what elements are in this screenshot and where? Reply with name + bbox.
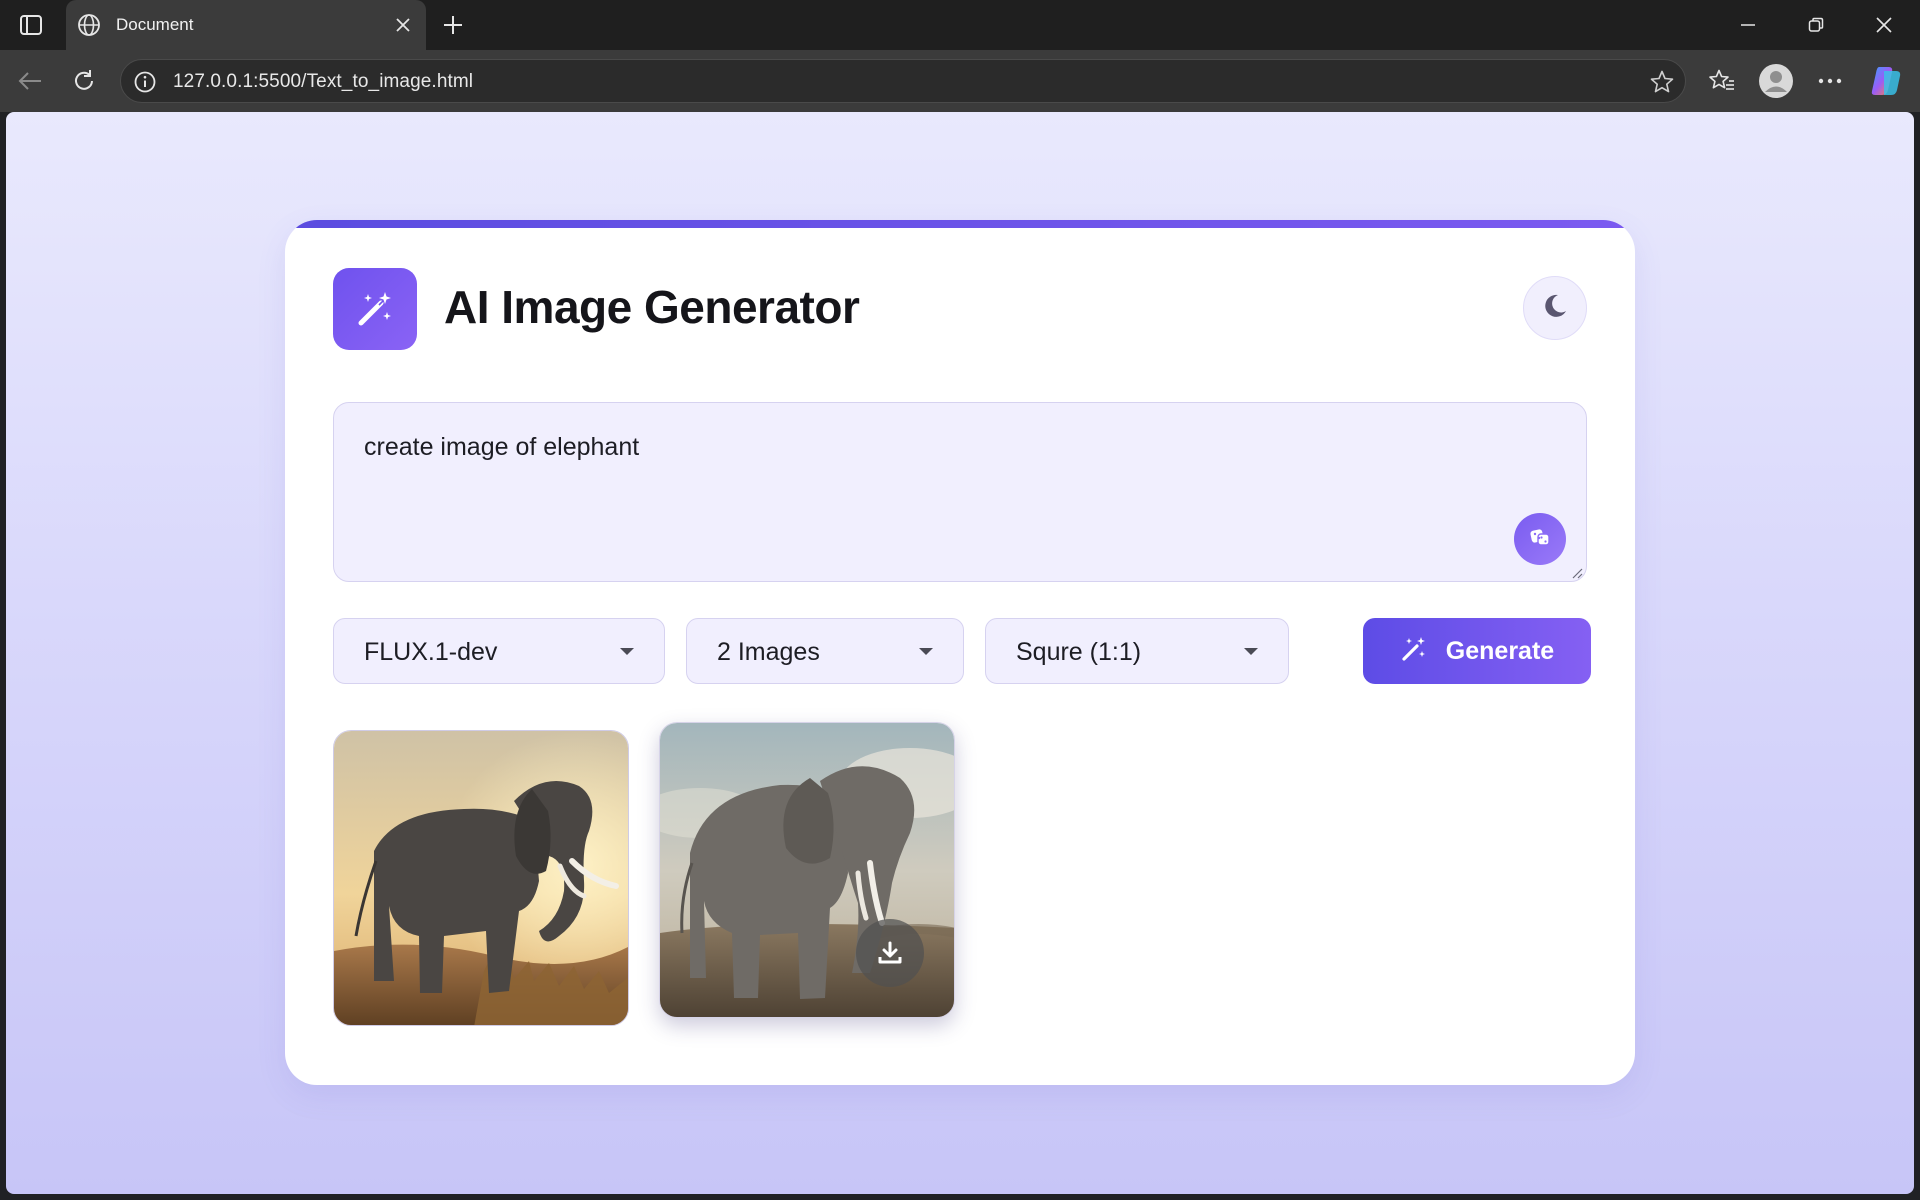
- download-icon: [877, 940, 903, 966]
- random-prompt-button[interactable]: [1514, 513, 1566, 565]
- page-viewport: AI Image Generator create image of eleph…: [6, 112, 1914, 1194]
- back-icon[interactable]: [12, 63, 48, 99]
- model-select[interactable]: FLUX.1-dev: [333, 618, 665, 684]
- magic-wand-icon: [333, 268, 417, 350]
- download-button[interactable]: [856, 919, 924, 987]
- chevron-down-icon: [620, 648, 634, 655]
- image-count-select[interactable]: 2 Images: [686, 618, 964, 684]
- minimize-icon[interactable]: [1714, 0, 1782, 50]
- browser-tab[interactable]: Document: [66, 0, 426, 50]
- chevron-down-icon: [919, 648, 933, 655]
- new-tab-icon[interactable]: [438, 10, 468, 40]
- more-options-icon[interactable]: [1812, 63, 1848, 99]
- moon-icon: [1541, 292, 1569, 325]
- elephant-image: [334, 731, 628, 1025]
- card-accent-bar: [285, 220, 1635, 228]
- address-bar[interactable]: 127.0.0.1:5500/Text_to_image.html: [120, 59, 1686, 103]
- generated-image[interactable]: [659, 722, 955, 1018]
- aspect-ratio-select[interactable]: Squre (1:1): [985, 618, 1289, 684]
- generate-button-label: Generate: [1445, 636, 1555, 665]
- url-text: 127.0.0.1:5500/Text_to_image.html: [173, 71, 474, 92]
- chevron-down-icon: [1244, 648, 1258, 655]
- image-count-select-value: 2 Images: [717, 638, 820, 666]
- generated-image[interactable]: [333, 730, 629, 1026]
- reload-icon[interactable]: [66, 63, 102, 99]
- restore-icon[interactable]: [1782, 0, 1850, 50]
- tab-actions-icon[interactable]: [14, 10, 48, 40]
- profile-avatar-icon[interactable]: [1758, 63, 1794, 99]
- close-window-icon[interactable]: [1850, 0, 1918, 50]
- prompt-text: create image of elephant: [364, 433, 640, 461]
- favorites-icon[interactable]: [1704, 63, 1740, 99]
- browser-toolbar: 127.0.0.1:5500/Text_to_image.html: [0, 50, 1920, 112]
- close-tab-icon[interactable]: [390, 12, 416, 38]
- favorite-star-icon[interactable]: [1649, 69, 1675, 95]
- copilot-icon[interactable]: [1868, 63, 1904, 99]
- dice-icon: [1528, 525, 1552, 554]
- tab-title: Document: [116, 15, 194, 34]
- app-title: AI Image Generator: [444, 281, 860, 333]
- browser-tab-bar: Document: [0, 0, 1920, 50]
- prompt-textarea[interactable]: create image of elephant: [333, 402, 1587, 582]
- model-select-value: FLUX.1-dev: [364, 638, 498, 666]
- globe-icon: [76, 12, 102, 38]
- aspect-ratio-select-value: Squre (1:1): [1016, 638, 1142, 666]
- theme-toggle-button[interactable]: [1523, 276, 1587, 340]
- generator-card: AI Image Generator create image of eleph…: [285, 220, 1635, 1085]
- site-info-icon[interactable]: [133, 70, 157, 94]
- resize-handle[interactable]: [1571, 566, 1583, 579]
- magic-wand-icon: [1400, 635, 1428, 668]
- generate-button[interactable]: Generate: [1363, 618, 1591, 684]
